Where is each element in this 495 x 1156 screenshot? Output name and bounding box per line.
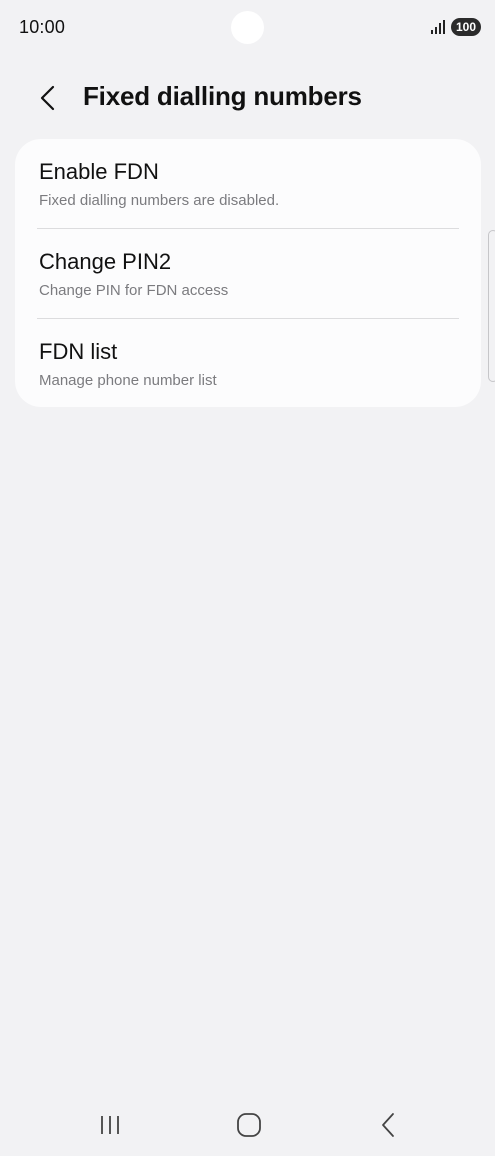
setting-subtitle: Fixed dialling numbers are disabled. (39, 192, 280, 209)
back-icon (382, 1113, 394, 1137)
signal-bars-icon (431, 20, 445, 34)
setting-title: FDN list (39, 339, 118, 364)
status-time: 10:00 (19, 17, 66, 37)
setting-subtitle: Change PIN for FDN access (39, 282, 229, 299)
navigation-bar (0, 1095, 495, 1156)
setting-enable-fdn[interactable]: Enable FDN Fixed dialling numbers are di… (15, 139, 481, 229)
camera-cutout (231, 11, 264, 44)
recent-apps-icon (101, 1116, 119, 1134)
status-bar: 10:00 100 (0, 0, 495, 56)
recent-apps-button[interactable] (90, 1107, 130, 1143)
setting-fdn-list[interactable]: FDN list Manage phone number list (15, 319, 481, 409)
home-icon (237, 1113, 261, 1137)
chevron-left-icon (40, 85, 55, 111)
back-nav-button[interactable] (368, 1107, 408, 1143)
settings-card: Enable FDN Fixed dialling numbers are di… (15, 139, 481, 407)
page-title: Fixed dialling numbers (83, 81, 362, 111)
setting-title: Change PIN2 (39, 249, 172, 274)
back-button[interactable] (30, 80, 66, 116)
scroll-indicator[interactable] (488, 230, 495, 382)
setting-subtitle: Manage phone number list (39, 372, 217, 389)
battery-badge: 100 (451, 18, 482, 36)
app-header: Fixed dialling numbers (0, 70, 495, 126)
setting-title: Enable FDN (39, 159, 159, 184)
home-button[interactable] (229, 1107, 269, 1143)
setting-change-pin2[interactable]: Change PIN2 Change PIN for FDN access (15, 229, 481, 319)
